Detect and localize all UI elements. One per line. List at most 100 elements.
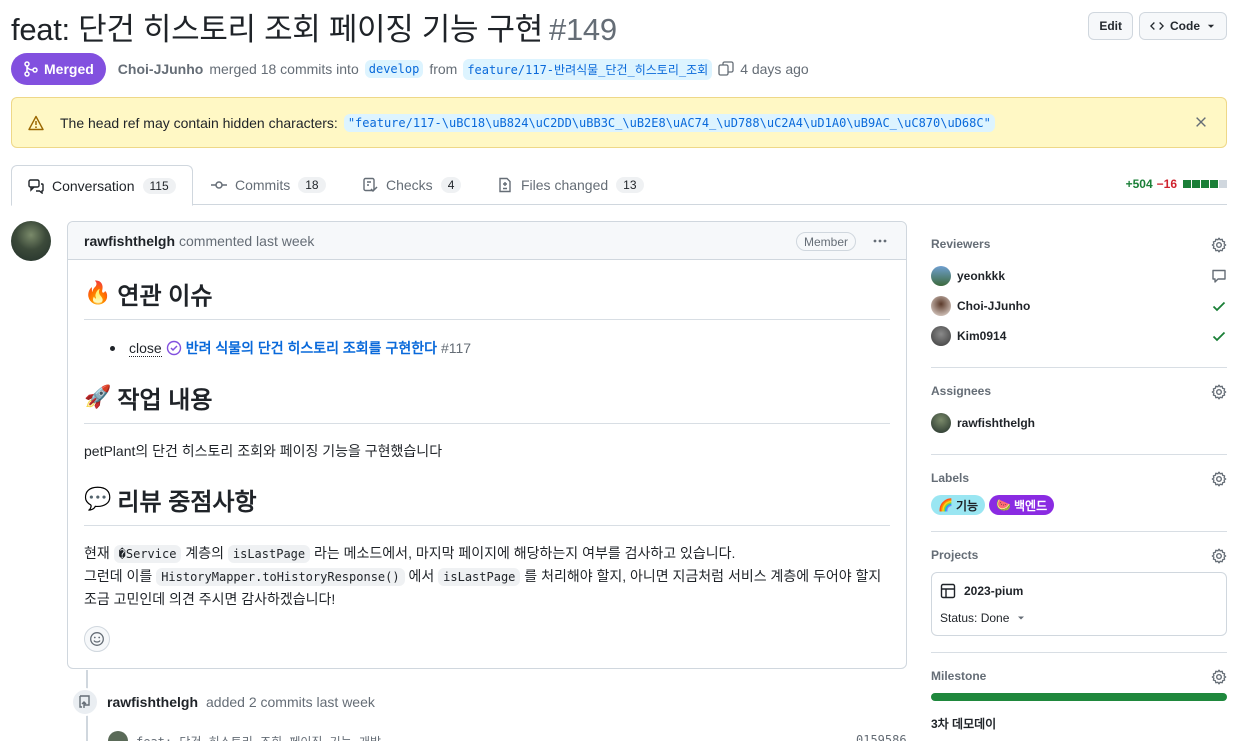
avatar — [931, 266, 951, 286]
code-button[interactable]: Code — [1139, 12, 1227, 40]
smiley-icon — [90, 632, 104, 646]
merged-status-badge: Merged — [11, 53, 106, 85]
merged-time: 4 days ago — [740, 61, 809, 77]
tab-conversation-label: Conversation — [52, 177, 135, 194]
fire-emoji: 🔥 — [84, 281, 112, 306]
avatar — [931, 413, 951, 433]
diffstat-block — [1192, 180, 1200, 188]
heading-related-issue: 🔥 연관 이슈 — [84, 276, 890, 320]
label-feature[interactable]: 🌈 기능 — [931, 495, 986, 515]
head-branch-link[interactable]: feature/117-반려식물_단건_히스토리_조회 — [463, 58, 713, 80]
kebab-horizontal-icon[interactable] — [872, 233, 888, 249]
timeline-event: rawfishthelgh added 2 commits last week — [71, 688, 375, 716]
commit-sha-link[interactable]: 0159586 — [856, 733, 907, 741]
reviewer-item[interactable]: Choi-JJunho — [931, 291, 1227, 321]
rainbow-emoji: 🌈 — [938, 498, 953, 512]
inline-code: �Service — [113, 545, 182, 563]
comment-icon — [1212, 269, 1226, 283]
tab-files-changed[interactable]: Files changed 13 — [481, 165, 660, 205]
comment-header: rawfishthelgh commented last week Member — [68, 222, 906, 260]
projects-title: Projects — [931, 548, 979, 562]
assignee-item[interactable]: rawfishthelgh — [931, 408, 1227, 438]
heading-work-text: 작업 내용 — [117, 387, 213, 414]
reviewers-title: Reviewers — [931, 237, 991, 251]
speech-balloon-emoji: 💬 — [84, 487, 112, 512]
tab-conversation-count: 115 — [142, 177, 176, 194]
labels-title: Labels — [931, 471, 970, 485]
merged-text: merged 18 commits into — [209, 61, 359, 77]
label-list: 🌈 기능 🍉 백엔드 — [931, 495, 1227, 515]
comment-discussion-icon — [28, 178, 44, 194]
inline-code: HistoryMapper.toHistoryResponse() — [156, 568, 405, 586]
project-name: 2023-pium — [964, 584, 1024, 598]
assignees-title: Assignees — [931, 384, 992, 398]
milestone-title: Milestone — [931, 669, 987, 683]
label-backend[interactable]: 🍉 백엔드 — [989, 495, 1055, 515]
gear-icon[interactable] — [1211, 669, 1227, 685]
gear-icon[interactable] — [1211, 548, 1227, 564]
checklist-icon — [363, 177, 378, 193]
pr-author-link[interactable]: Choi-JJunho — [118, 61, 204, 77]
watermelon-emoji: 🍉 — [996, 498, 1011, 512]
commit-message-link[interactable]: feat: 단건 히스토리 조회 페이징 기능 개발 — [136, 733, 381, 741]
pr-number: #149 — [549, 11, 617, 47]
milestone-link[interactable]: 3차 데모데이 — [931, 715, 1227, 732]
inline-code: isLastPage — [438, 568, 521, 586]
repo-push-icon — [71, 688, 99, 716]
gear-icon[interactable] — [1211, 471, 1227, 487]
code-button-label: Code — [1170, 19, 1200, 33]
pr-description-comment: rawfishthelgh commented last week Member… — [67, 221, 907, 669]
tab-conversation[interactable]: Conversation 115 — [11, 165, 193, 206]
pr-meta: Merged Choi-JJunho merged 18 commits int… — [11, 53, 809, 85]
issue-list-item: close 반려 식물의 단건 히스토리 조회를 구현한다 #117 — [110, 338, 890, 358]
comment-meta: commented last week — [179, 232, 315, 249]
gear-icon[interactable] — [1211, 237, 1227, 253]
edit-button-label: Edit — [1099, 19, 1122, 33]
base-branch-link[interactable]: develop — [364, 60, 424, 78]
header-actions: Edit Code — [1088, 12, 1227, 40]
event-author-link[interactable]: rawfishthelgh — [107, 694, 198, 710]
chevron-down-icon — [1207, 24, 1215, 28]
pr-header: feat: 단건 히스토리 조회 페이징 기능 구현 #149 Edit Code — [11, 4, 1227, 48]
heading-review-text: 리뷰 중점사항 — [117, 489, 257, 516]
review-text: 계층의 — [185, 545, 224, 561]
bullet — [110, 345, 115, 351]
check-icon — [1212, 301, 1226, 312]
heading-work: 🚀 작업 내용 — [84, 380, 890, 424]
project-status-dropdown[interactable]: Status: Done — [940, 611, 1218, 625]
copy-icon[interactable] — [718, 61, 734, 77]
commit-row: feat: 단건 히스토리 조회 페이징 기능 개발 — [108, 731, 381, 741]
gear-icon[interactable] — [1211, 384, 1227, 400]
linked-issue-link[interactable]: 반려 식물의 단건 히스토리 조회를 구현한다 — [186, 338, 437, 358]
review-text: 라는 메소드에서, 마지막 페이지에 해당하는지 여부를 검사하고 있습니다. — [314, 545, 736, 561]
warning-text: The head ref may contain hidden characte… — [60, 114, 338, 131]
from-text: from — [429, 61, 458, 77]
diffstat-blocks — [1183, 180, 1227, 188]
tab-commits[interactable]: Commits 18 — [195, 165, 342, 205]
reviewer-item[interactable]: Kim0914 — [931, 321, 1227, 351]
rocket-emoji: 🚀 — [84, 385, 112, 410]
tab-checks[interactable]: Checks 4 — [346, 165, 477, 205]
comment-author-link[interactable]: rawfishthelgh — [84, 233, 175, 249]
diffstat-deletions: −16 — [1156, 177, 1177, 191]
assignee-name: rawfishthelgh — [957, 416, 1036, 430]
tab-commits-count: 18 — [298, 177, 326, 193]
diffstat-additions: +504 — [1125, 177, 1153, 191]
table-icon — [940, 583, 956, 599]
milestone-progress-bar — [931, 693, 1227, 701]
member-badge: Member — [795, 232, 856, 251]
close-icon[interactable] — [1194, 115, 1208, 129]
labels-section: Labels 🌈 기능 🍉 백엔드 — [931, 455, 1227, 532]
avatar[interactable] — [11, 221, 51, 261]
reviewer-item[interactable]: yeonkkk — [931, 261, 1227, 291]
project-link[interactable]: 2023-pium — [940, 583, 1218, 599]
alert-icon — [28, 115, 44, 130]
warning-ref-code: "feature/117-\uBC18\uB824\uC2DD\uBB3C_\u… — [343, 113, 995, 132]
diffstat-block — [1201, 180, 1209, 188]
code-icon — [1150, 22, 1164, 30]
pr-title: feat: 단건 히스토리 조회 페이징 기능 구현 #149 — [11, 4, 617, 49]
edit-button[interactable]: Edit — [1088, 12, 1133, 40]
tab-commits-label: Commits — [235, 177, 291, 193]
add-reaction-button[interactable] — [84, 626, 110, 652]
reviewers-section: Reviewers yeonkkk Choi-JJunho Kim0914 — [931, 221, 1227, 368]
